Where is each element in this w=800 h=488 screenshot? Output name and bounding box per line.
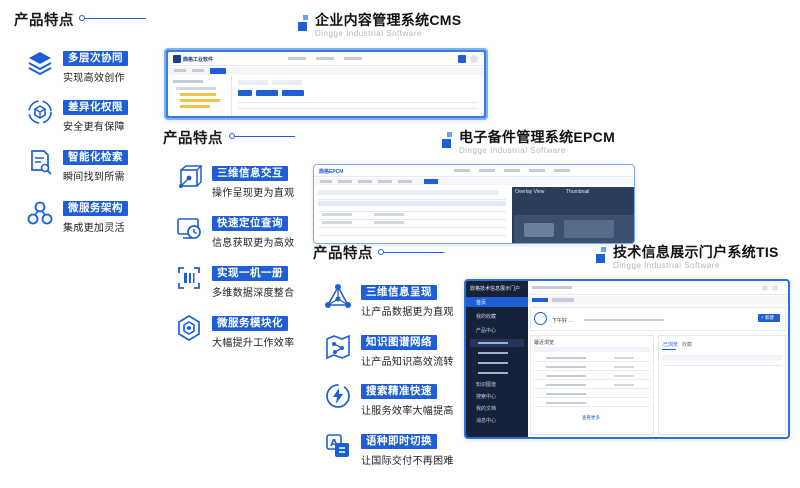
product-subtitle: Dingge Industrial Software <box>459 146 566 155</box>
tis-tab[interactable]: 已浏览 <box>663 341 678 348</box>
feature-desc: 大幅提升工作效率 <box>212 338 295 349</box>
feature-desc: 安全更有保障 <box>63 122 125 133</box>
tis-new-button-label: + 新建 <box>761 315 774 320</box>
feature-title: 知识图谱网络 <box>361 335 437 350</box>
feature-item: 多层次协同实现高效创作 <box>25 48 128 84</box>
brand-square-icon <box>298 22 307 31</box>
product-heading-cms: 企业内容管理系统CMS Dingge Industrial Software <box>298 10 461 38</box>
section-title-cms: 产品特点 <box>14 13 74 29</box>
product-title: 企业内容管理系统CMS <box>315 12 462 28</box>
feature-title: 智能化检索 <box>63 150 128 165</box>
feature-desc: 让服务效率大幅提高 <box>361 406 454 417</box>
feature-item: 微服务架构集成更加灵活 <box>25 198 128 234</box>
feature-title: 微服务架构 <box>63 201 128 216</box>
feature-title: 微服务模块化 <box>212 316 288 331</box>
tis-sidebar-item[interactable]: 搜索中心 <box>476 393 496 400</box>
tis-sidebar-item[interactable]: 知识图谱 <box>476 381 496 388</box>
feature-item: 差异化权限安全更有保障 <box>25 97 128 133</box>
section-title-tis: 产品特点 <box>313 246 373 262</box>
section-divider <box>235 136 295 137</box>
feature-item: 三维信息呈现让产品数据更为直观 <box>323 282 454 318</box>
feature-desc: 集成更加灵活 <box>63 223 125 234</box>
brand-square-icon <box>303 15 308 20</box>
product-subtitle: Dingge Industrial Software <box>613 261 720 270</box>
feature-title: 三维信息呈现 <box>361 285 437 300</box>
tis-screenshot: 鼎格技术信息展示门户 首页 我的收藏 产品中心 知识图谱 搜索中心 我的文档 消… <box>464 279 790 439</box>
product-heading-tis: 技术信息展示门户系统TIS Dingge Industrial Software <box>596 242 779 270</box>
brand-square-icon <box>601 247 606 252</box>
triangle-nodes-icon <box>323 282 353 312</box>
feature-title: 搜索精准快速 <box>361 384 437 399</box>
hex-module-icon <box>174 313 204 343</box>
clock-screen-icon <box>174 213 204 243</box>
tis-sidebar-item[interactable]: 消息中心 <box>476 417 496 424</box>
cube-3d-icon <box>174 163 204 193</box>
feature-item: 实现一机一册多维数据深度整合 <box>174 263 294 299</box>
feature-title: 三维信息交互 <box>212 166 288 181</box>
feature-desc: 多维数据深度整合 <box>212 288 295 299</box>
map-graph-icon <box>323 332 353 362</box>
epcm-screenshot: 鼎格EPCM Overlay View Thumbnail <box>313 164 635 244</box>
frame-bars-icon <box>174 263 204 293</box>
brand-square-icon <box>442 139 451 148</box>
feature-desc: 信息获取更为高效 <box>212 238 295 249</box>
feature-title: 实现一机一册 <box>212 266 288 281</box>
tis-sidebar-item[interactable]: 首页 <box>476 299 486 306</box>
feature-desc: 实现高效创作 <box>63 73 125 84</box>
nodes-icon <box>25 198 55 228</box>
cms-logo: 鼎格工业软件 <box>183 57 214 63</box>
tis-welcome: 下午好 … <box>552 318 574 324</box>
epcm-logo: 鼎格EPCM <box>319 169 344 175</box>
brand-square-icon <box>447 132 452 137</box>
translate-icon: A <box>323 431 353 461</box>
feature-title: 多层次协同 <box>63 51 128 66</box>
feature-item: 三维信息交互操作呈现更为直观 <box>174 163 294 199</box>
feature-item: 快速定位查询信息获取更为高效 <box>174 213 294 249</box>
layers-icon <box>25 48 55 78</box>
feature-item: 智能化检索瞬间找到所需 <box>25 147 128 183</box>
tis-sidebar-item[interactable]: 我的收藏 <box>476 313 496 320</box>
epcm-view-label: Overlay View <box>515 189 545 195</box>
avatar <box>534 312 547 325</box>
lightning-search-icon <box>323 381 353 411</box>
section-title-epcm: 产品特点 <box>163 131 223 147</box>
product-heading-epcm: 电子备件管理系统EPCM Dingge Industrial Software <box>442 127 615 155</box>
brand-square-icon <box>596 254 605 263</box>
tis-list-title: 最近浏览 <box>534 340 555 346</box>
tis-sidebar-item[interactable]: 我的文档 <box>476 405 496 412</box>
section-divider <box>84 18 146 19</box>
section-divider <box>384 252 444 253</box>
feature-title: 语种即时切换 <box>361 434 437 449</box>
tis-header-title: 鼎格技术信息展示门户 <box>470 286 521 292</box>
document-search-icon <box>25 147 55 177</box>
tis-more-link[interactable]: 查看更多 <box>582 415 600 421</box>
section-divider-dot <box>79 15 85 21</box>
feature-item: 搜索精准快速让服务效率大幅提高 <box>323 381 454 417</box>
feature-item: 知识图谱网络让产品知识高效流转 <box>323 332 454 368</box>
feature-desc: 让国际交付不再困难 <box>361 456 454 467</box>
tis-tab[interactable]: 收藏 <box>682 341 692 348</box>
tis-sidebar-item[interactable]: 产品中心 <box>476 327 496 334</box>
permission-cube-icon <box>25 97 55 127</box>
feature-title: 差异化权限 <box>63 100 128 115</box>
feature-item: 微服务模块化大幅提升工作效率 <box>174 313 294 349</box>
product-subtitle: Dingge Industrial Software <box>315 29 422 38</box>
feature-desc: 让产品数据更为直观 <box>361 307 454 318</box>
cms-screenshot: 鼎格工业软件 <box>164 48 488 120</box>
feature-title: 快速定位查询 <box>212 216 288 231</box>
product-title: 技术信息展示门户系统TIS <box>613 244 779 260</box>
feature-desc: 操作呈现更为直观 <box>212 188 295 199</box>
feature-desc: 瞬间找到所需 <box>63 172 125 183</box>
feature-item: A 语种即时切换让国际交付不再困难 <box>323 431 454 467</box>
epcm-view-label: Thumbnail <box>566 189 590 195</box>
product-title: 电子备件管理系统EPCM <box>459 129 616 145</box>
feature-desc: 让产品知识高效流转 <box>361 357 454 368</box>
